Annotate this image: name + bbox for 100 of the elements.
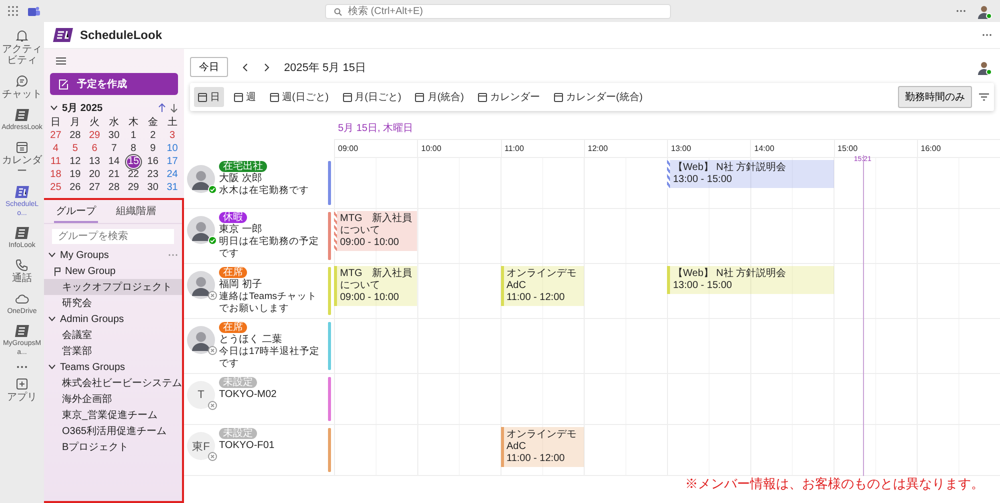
calendar-day[interactable]: 2	[146, 130, 159, 142]
search-icon	[334, 8, 342, 16]
app-rail-item[interactable]: カレンダー	[0, 139, 44, 178]
calendar-day[interactable]: 8	[127, 143, 140, 155]
calendar-day[interactable]: 10	[166, 143, 179, 155]
calendar-day[interactable]: 31	[166, 182, 179, 194]
app-grid-icon[interactable]	[8, 6, 18, 16]
calendar-day[interactable]: 20	[88, 169, 102, 181]
calendar-day[interactable]: 1	[127, 130, 140, 142]
group-item[interactable]: 会議室	[44, 327, 182, 343]
arrow-down-icon[interactable]	[170, 103, 178, 113]
search-field[interactable]: 検索 (Ctrl+Alt+E)	[325, 4, 671, 18]
calendar-day[interactable]: 17	[166, 156, 179, 168]
disclaimer-note: ※メンバー情報は、お客様のものとは異なります。	[685, 475, 984, 493]
group-item[interactable]: 株式会社ビービーシステム	[44, 375, 182, 391]
calendar-day[interactable]: 30	[107, 130, 121, 142]
calendar-day[interactable]: 22	[126, 169, 140, 181]
group-item[interactable]: Bプロジェクト	[44, 439, 182, 455]
view-tab[interactable]: 週	[230, 87, 260, 107]
group-item[interactable]: O365利活用促進チーム	[44, 423, 182, 439]
calendar-day[interactable]: 18	[49, 169, 62, 181]
calendar-day[interactable]: 4	[50, 143, 62, 155]
group-item[interactable]: 海外企画部	[44, 391, 182, 407]
group-section-header[interactable]: Admin Groups	[44, 311, 182, 327]
calendar-day[interactable]: 7	[108, 143, 120, 155]
group-section-header[interactable]: My Groups	[44, 247, 182, 263]
event-block[interactable]: MTG 新入社員について 09:00 - 10:00	[334, 266, 418, 306]
more-icon[interactable]	[15, 365, 29, 369]
view-tab[interactable]: カレンダー	[474, 87, 544, 107]
work-hours-button[interactable]: 勤務時間のみ	[898, 86, 972, 108]
calendar-day[interactable]: 5	[69, 143, 82, 155]
calendar-day[interactable]: 9	[146, 143, 159, 155]
event-block[interactable]: MTG 新入社員について 09:00 - 10:00	[334, 211, 418, 251]
calendar-day[interactable]: 30	[146, 182, 160, 194]
group-item[interactable]: 研究会	[44, 295, 182, 311]
more-icon[interactable]	[956, 9, 966, 13]
today-button[interactable]: 今日	[190, 57, 228, 77]
app-rail-item[interactable]: チャット	[0, 73, 44, 101]
calendar-day[interactable]: 23	[146, 169, 160, 181]
calendar-day[interactable]: 19	[68, 169, 82, 181]
view-tab[interactable]: カレンダー(統合)	[550, 87, 647, 107]
calendar-day[interactable]: 27	[88, 182, 102, 194]
member-name: TOKYO-M02	[219, 389, 277, 401]
view-tab[interactable]: 月(統合)	[411, 87, 468, 107]
calendar-day[interactable]: 25	[49, 182, 62, 194]
calendar-day[interactable]: 13	[88, 156, 102, 168]
status-badge: 未設定	[219, 377, 257, 388]
menu-icon[interactable]	[54, 55, 68, 67]
calendar-day[interactable]: 27	[49, 130, 62, 142]
teams-logo-icon	[28, 6, 40, 16]
group-search-field[interactable]: グループを検索	[52, 229, 174, 244]
bell-icon	[15, 29, 29, 43]
calendar-day[interactable]: 24	[166, 169, 179, 181]
calendar-day[interactable]: 6	[88, 143, 101, 155]
app-rail-item[interactable]: アプリ	[0, 376, 44, 404]
sidebar-tab[interactable]: 組織階層	[114, 202, 158, 223]
group-section-header[interactable]: Teams Groups	[44, 359, 182, 375]
calendar-day[interactable]: 28	[107, 182, 121, 194]
view-tab[interactable]: 月(日ごと)	[338, 87, 406, 107]
view-tab[interactable]: 日	[194, 87, 224, 107]
user-avatar[interactable]	[976, 3, 992, 19]
group-item[interactable]: 東京_営業促進チーム	[44, 407, 182, 423]
user-avatar[interactable]	[976, 59, 992, 75]
group-item[interactable]: New Group	[44, 263, 182, 279]
calendar-day[interactable]: 11	[50, 156, 62, 168]
app-logo-icon	[14, 324, 30, 338]
event-block[interactable]: オンラインデモ AdC 11:00 - 12:00	[500, 427, 584, 467]
calendar-day[interactable]: 29	[126, 182, 140, 194]
chevron-down-icon	[48, 316, 56, 322]
event-block[interactable]: 【Web】 N社 方針説明会 13:00 - 15:00	[667, 266, 834, 294]
chevron-down-icon[interactable]	[50, 105, 58, 111]
calendar-day[interactable]: 12	[68, 156, 82, 168]
weekday-label: 金	[146, 117, 159, 129]
event-block[interactable]: 【Web】 N社 方針説明会 13:00 - 15:00	[667, 160, 834, 188]
calendar-day[interactable]: 21	[107, 169, 121, 181]
status-badge: 在席	[219, 267, 247, 278]
create-event-button[interactable]: 予定を作成	[50, 73, 178, 95]
calendar-day[interactable]: 14	[107, 156, 121, 168]
avatar-initials: 東F	[187, 432, 215, 460]
arrow-up-icon[interactable]	[158, 103, 166, 113]
app-logo-icon	[14, 185, 30, 199]
view-tab[interactable]: 週(日ごと)	[266, 87, 333, 107]
sidebar-tab[interactable]: グループ	[54, 202, 98, 223]
calendar-day[interactable]: 3	[166, 130, 178, 142]
group-item[interactable]: キックオフプロジェクト	[44, 279, 182, 295]
more-icon[interactable]	[982, 33, 992, 37]
avatar-silhouette	[187, 326, 215, 354]
calendar-day[interactable]: 28	[68, 130, 82, 142]
calendar-day[interactable]: 29	[88, 130, 102, 142]
app-rail-item[interactable]: 通話	[0, 257, 44, 285]
group-item[interactable]: 営業部	[44, 343, 182, 359]
calendar-day[interactable]: 15	[126, 156, 140, 168]
calendar-day[interactable]: 16	[146, 156, 160, 168]
event-block[interactable]: オンラインデモ AdC 11:00 - 12:00	[500, 266, 584, 306]
filter-icon[interactable]	[978, 92, 990, 102]
status-message: 明日は在宅勤務の予定です	[219, 236, 320, 260]
app-rail-item[interactable]: アクティビティ	[0, 28, 44, 67]
calendar-icon	[270, 92, 279, 102]
calendar-icon	[554, 92, 564, 102]
calendar-day[interactable]: 26	[68, 182, 82, 194]
